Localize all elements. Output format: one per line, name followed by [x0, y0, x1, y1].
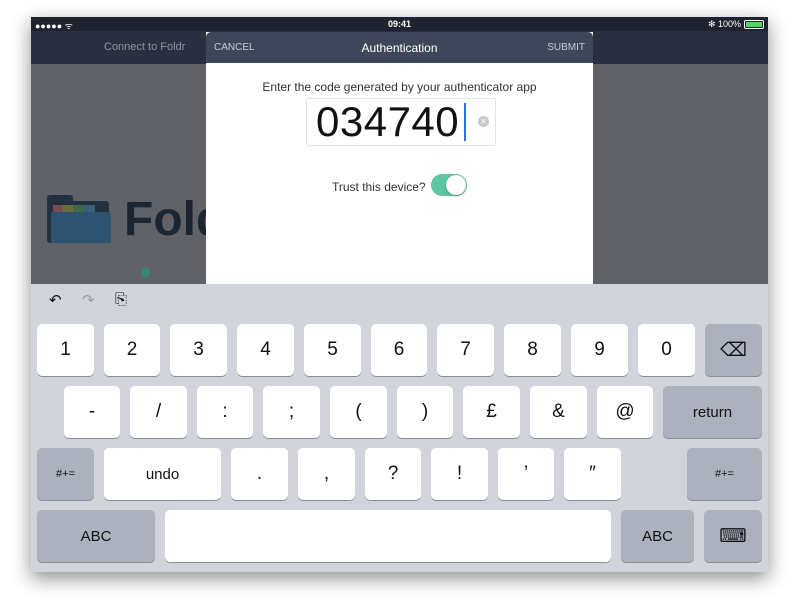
key-5[interactable]: 5 [304, 324, 361, 376]
dismiss-keyboard-key[interactable]: ⌨ [704, 510, 762, 562]
key-pound[interactable]: £ [463, 386, 520, 438]
key-period[interactable]: . [231, 448, 288, 500]
ipad-screen: ●●●●● ᯤ 09:41 ✻ 100% Connect to Foldr Fo… [31, 17, 768, 572]
code-value: 034740 [316, 98, 460, 145]
code-input[interactable]: 034740 ✕ [306, 98, 496, 146]
symbols-shift-right-key[interactable]: #+= [687, 448, 762, 500]
battery-icon [744, 20, 764, 29]
keyboard-assistant-bar: ↶ ↷ ⎘ [31, 284, 768, 318]
key-semicolon[interactable]: ; [263, 386, 320, 438]
undo-key[interactable]: undo [104, 448, 221, 500]
authentication-modal: CANCEL Authentication SUBMIT Enter the c… [206, 32, 593, 292]
keyboard: ↶ ↷ ⎘ 1 2 3 4 5 6 7 8 9 0 ⌫ - / : ; ( ) … [31, 284, 768, 572]
key-4[interactable]: 4 [237, 324, 294, 376]
status-time: 09:41 [387, 19, 412, 29]
key-question[interactable]: ? [365, 448, 421, 500]
key-8[interactable]: 8 [504, 324, 561, 376]
key-double-prime[interactable]: ″ [564, 448, 621, 500]
key-open-paren[interactable]: ( [330, 386, 387, 438]
key-colon[interactable]: : [197, 386, 253, 438]
keyboard-icon: ⌨ [719, 525, 747, 547]
backspace-key[interactable]: ⌫ [705, 324, 762, 376]
toggle-knob [446, 175, 466, 195]
key-6[interactable]: 6 [371, 324, 427, 376]
space-key[interactable] [165, 510, 611, 562]
abc-left-key[interactable]: ABC [37, 510, 155, 562]
key-at[interactable]: @ [597, 386, 653, 438]
redo-icon[interactable]: ↷ [82, 291, 95, 309]
key-7[interactable]: 7 [437, 324, 494, 376]
key-slash[interactable]: / [130, 386, 187, 438]
battery-indicator: ✻ 100% [708, 19, 764, 30]
battery-text: ✻ 100% [707, 19, 741, 29]
code-prompt: Enter the code generated by your authent… [262, 80, 537, 94]
abc-right-key[interactable]: ABC [621, 510, 694, 562]
submit-button[interactable]: SUBMIT [547, 42, 585, 53]
symbols-shift-left-key[interactable]: #+= [37, 448, 94, 500]
key-apostrophe[interactable]: ’ [498, 448, 554, 500]
clear-icon[interactable]: ✕ [478, 116, 489, 127]
key-hyphen[interactable]: - [64, 386, 120, 438]
paste-icon[interactable]: ⎘ [115, 291, 127, 308]
modal-header: CANCEL Authentication SUBMIT [206, 32, 593, 63]
key-9[interactable]: 9 [571, 324, 628, 376]
person-icon [141, 268, 150, 277]
trust-device-toggle[interactable] [431, 174, 467, 196]
backspace-icon: ⌫ [720, 339, 747, 361]
key-close-paren[interactable]: ) [397, 386, 453, 438]
folder-logo-icon [47, 195, 111, 243]
status-bar: ●●●●● ᯤ 09:41 ✻ 100% [31, 17, 768, 31]
key-exclamation[interactable]: ! [431, 448, 488, 500]
key-ampersand[interactable]: & [530, 386, 587, 438]
return-key[interactable]: return [663, 386, 762, 438]
key-comma[interactable]: , [298, 448, 355, 500]
modal-title: Authentication [361, 41, 438, 55]
background-nav-title: Connect to Foldr [104, 41, 186, 53]
undo-icon[interactable]: ↶ [49, 291, 62, 309]
key-3[interactable]: 3 [170, 324, 227, 376]
key-0[interactable]: 0 [638, 324, 695, 376]
key-2[interactable]: 2 [104, 324, 160, 376]
text-caret [464, 103, 466, 141]
trust-device-label: Trust this device? [332, 180, 426, 194]
key-1[interactable]: 1 [37, 324, 94, 376]
